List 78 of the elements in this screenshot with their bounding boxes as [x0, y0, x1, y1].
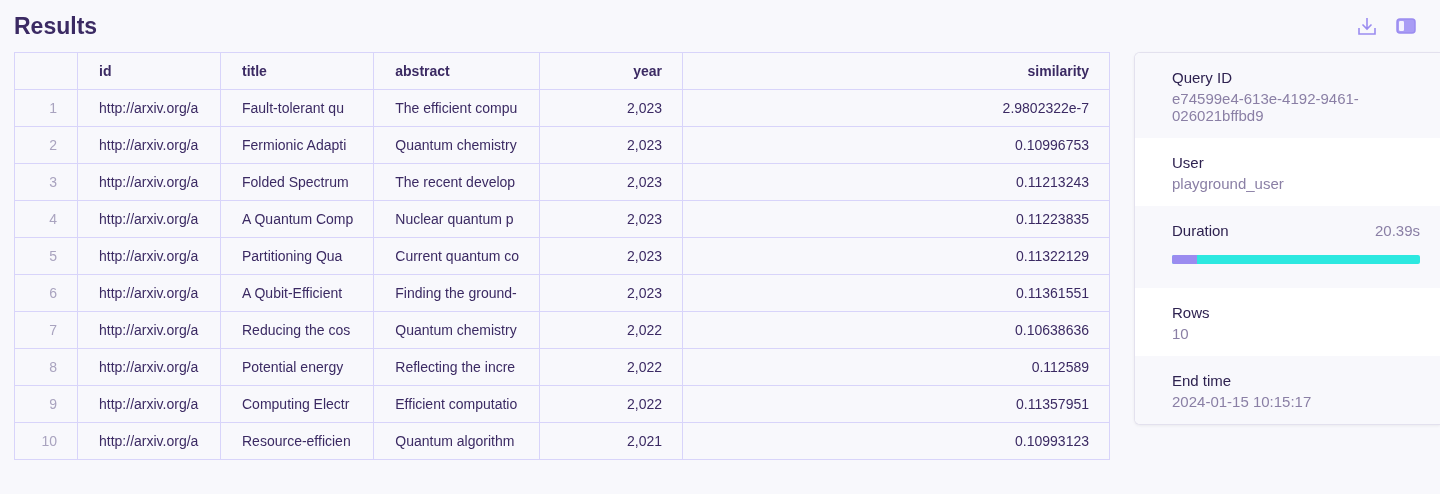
- table-cell: 0.112589: [682, 348, 1110, 386]
- detail-label: Query ID: [1172, 69, 1234, 86]
- table-cell: 2,023: [539, 163, 683, 201]
- table-cell: 2,022: [539, 311, 683, 349]
- table-cell: The recent develop: [373, 163, 540, 201]
- panel-toggle-icon[interactable]: [1396, 18, 1416, 34]
- table-cell: Potential energy: [220, 348, 374, 386]
- row-number: 5: [14, 237, 78, 275]
- table-cell: Quantum chemistry: [373, 126, 540, 164]
- table-cell: Efficient computatio: [373, 385, 540, 423]
- detail-label: User: [1172, 154, 1205, 171]
- column-header[interactable]: similarity: [682, 52, 1110, 90]
- results-heading: Results: [14, 12, 98, 40]
- table-cell: http://arxiv.org/a: [77, 274, 221, 312]
- table-cell: 2.9802322e-7: [682, 89, 1110, 127]
- table-cell: 0.11223835: [682, 200, 1110, 238]
- detail-value: playground_user: [1172, 175, 1285, 192]
- table-cell: http://arxiv.org/a: [77, 348, 221, 386]
- table-cell: 2,021: [539, 422, 683, 460]
- detail-value: 10: [1172, 325, 1190, 342]
- table-cell: 0.11357951: [682, 385, 1110, 423]
- row-number: 10: [14, 422, 78, 460]
- table-cell: http://arxiv.org/a: [77, 200, 221, 238]
- table-cell: http://arxiv.org/a: [77, 422, 221, 460]
- table-cell: http://arxiv.org/a: [77, 237, 221, 275]
- detail-label: End time: [1172, 372, 1233, 389]
- detail-value: 20.39s: [1374, 222, 1420, 239]
- detail-label: Duration: [1172, 222, 1229, 239]
- table-cell: Resource-efficien: [220, 422, 374, 460]
- row-number: 6: [14, 274, 78, 312]
- download-icon[interactable]: [1356, 15, 1378, 37]
- table-cell: Current quantum co: [373, 237, 540, 275]
- row-number: 8: [14, 348, 78, 386]
- column-header[interactable]: id: [77, 52, 221, 90]
- row-number: 7: [14, 311, 78, 349]
- table-cell: 2,023: [539, 126, 683, 164]
- row-number: 4: [14, 200, 78, 238]
- table-cell: 2,022: [539, 348, 683, 386]
- table-cell: http://arxiv.org/a: [77, 385, 221, 423]
- table-cell: 2,022: [539, 385, 683, 423]
- table-cell: Computing Electr: [220, 385, 374, 423]
- table-cell: http://arxiv.org/a: [77, 163, 221, 201]
- column-header[interactable]: title: [220, 52, 374, 90]
- table-cell: The efficient compu: [373, 89, 540, 127]
- table-cell: http://arxiv.org/a: [77, 126, 221, 164]
- table-cell: http://arxiv.org/a: [77, 311, 221, 349]
- table-cell: 0.10993123: [682, 422, 1110, 460]
- table-cell: Finding the ground-: [373, 274, 540, 312]
- detail-value: 2024-01-15 10:15:17: [1172, 393, 1313, 410]
- table-cell: Nuclear quantum p: [373, 200, 540, 238]
- table-cell: Folded Spectrum: [220, 163, 374, 201]
- table-cell: A Qubit-Efficient: [220, 274, 374, 312]
- table-cell: 0.11322129: [682, 237, 1110, 275]
- table-cell: Fermionic Adapti: [220, 126, 374, 164]
- table-cell: Reflecting the incre: [373, 348, 540, 386]
- column-header[interactable]: abstract: [373, 52, 540, 90]
- row-number: 9: [14, 385, 78, 423]
- table-cell: 0.10996753: [682, 126, 1110, 164]
- table-cell: 2,023: [539, 274, 683, 312]
- table-cell: 2,023: [539, 200, 683, 238]
- table-cell: Reducing the cos: [220, 311, 374, 349]
- detail-value: e74599e4-613e-4192-9461-026021bffbd9: [1172, 90, 1360, 124]
- table-cell: Partitioning Qua: [220, 237, 374, 275]
- row-number: 3: [14, 163, 78, 201]
- table-cell: 0.10638636: [682, 311, 1110, 349]
- table-cell: 2,023: [539, 89, 683, 127]
- table-cell: Quantum chemistry: [373, 311, 540, 349]
- table-cell: A Quantum Comp: [220, 200, 374, 238]
- detail-label: Rows: [1172, 304, 1211, 321]
- row-number: 1: [14, 89, 78, 127]
- table-cell: http://arxiv.org/a: [77, 89, 221, 127]
- table-cell: Quantum algorithm: [373, 422, 540, 460]
- table-cell: 2,023: [539, 237, 683, 275]
- table-cell: 0.11361551: [682, 274, 1110, 312]
- row-number: 2: [14, 126, 78, 164]
- table-cell: Fault-tolerant qu: [220, 89, 374, 127]
- column-header[interactable]: year: [539, 52, 683, 90]
- table-cell: 0.11213243: [682, 163, 1110, 201]
